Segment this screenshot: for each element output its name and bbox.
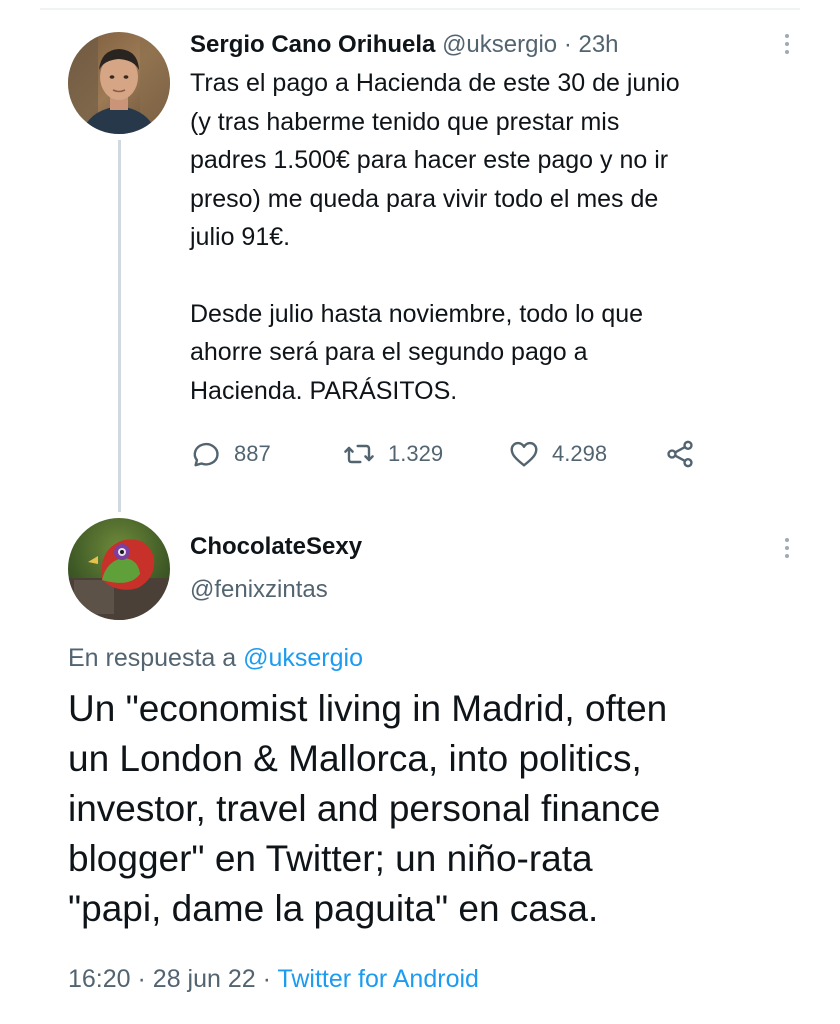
share-button[interactable] xyxy=(664,438,696,470)
reply-author-name[interactable]: ChocolateSexy xyxy=(190,533,362,561)
reply-count: 887 xyxy=(234,441,271,466)
retweet-count: 1.329 xyxy=(388,441,444,466)
meta-separator: · xyxy=(563,31,572,58)
author-name[interactable]: Sergio Cano Orihuela xyxy=(190,31,435,58)
like-count: 4.298 xyxy=(552,441,608,466)
reply-mention-link[interactable]: @uksergio xyxy=(243,644,363,672)
like-button[interactable]: 4.298 xyxy=(508,438,607,470)
top-divider xyxy=(40,8,800,10)
author-handle[interactable]: @uksergio xyxy=(442,31,557,58)
more-options-icon[interactable] xyxy=(784,538,790,562)
reply-button[interactable]: 887 xyxy=(190,438,271,470)
reply-source-link[interactable]: Twitter for Android xyxy=(277,965,478,993)
tweet-paragraph: Tras el pago a Hacienda de este 30 de ju… xyxy=(190,69,680,251)
tweet-paragraph: Desde julio hasta noviembre, todo lo que… xyxy=(190,299,644,405)
retweet-arrows-icon xyxy=(344,444,374,464)
reply-context: En respuesta a @uksergio xyxy=(68,644,363,673)
tweet-header: Sergio Cano Orihuela @uksergio · 23h xyxy=(190,28,810,62)
reply-author-handle[interactable]: @fenixzintas xyxy=(190,576,328,604)
thread-connector-line xyxy=(118,140,121,512)
tweet-text: Tras el pago a Hacienda de este 30 de ju… xyxy=(190,64,810,410)
speech-bubble-icon xyxy=(193,442,219,467)
more-options-icon[interactable] xyxy=(784,34,790,58)
share-nodes-icon xyxy=(667,440,693,468)
reply-prefix: En respuesta a xyxy=(68,644,244,672)
avatar-sergio[interactable] xyxy=(68,32,170,134)
avatar-chocolatesexy[interactable] xyxy=(68,518,170,620)
original-tweet[interactable]: Sergio Cano Orihuela @uksergio · 23h Tra… xyxy=(190,28,810,410)
meta-separator: · xyxy=(262,965,271,993)
retweet-button[interactable]: 1.329 xyxy=(342,438,443,470)
reply-meta: 16:20 · 28 jun 22 · Twitter for Android xyxy=(68,965,479,994)
tweet-time[interactable]: 23h xyxy=(578,31,618,58)
reply-text: Un "economist living in Madrid, often un… xyxy=(68,684,818,934)
meta-separator: · xyxy=(137,965,146,993)
reply-body: Un "economist living in Madrid, often un… xyxy=(68,688,668,929)
heart-outline-icon xyxy=(510,441,538,467)
reply-date[interactable]: 28 jun 22 xyxy=(153,965,256,993)
reply-time[interactable]: 16:20 xyxy=(68,965,131,993)
